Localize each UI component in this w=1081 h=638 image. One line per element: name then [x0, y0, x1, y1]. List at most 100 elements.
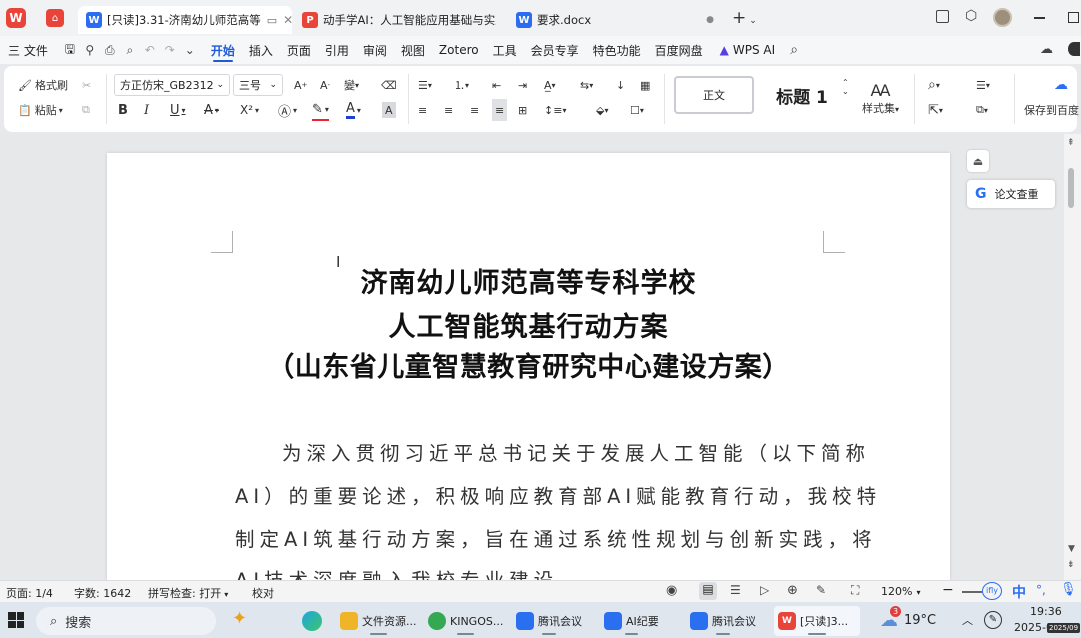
menu-member[interactable]: 会员专享 [524, 36, 586, 64]
clear-format-icon[interactable]: ⌫ [381, 74, 397, 96]
fit-page-icon[interactable]: ⛶ [851, 583, 859, 598]
copy-icon[interactable]: ⧉ [82, 99, 90, 121]
wps-logo-icon[interactable]: W [6, 8, 26, 28]
text-effect-icon[interactable]: Ⓐ ▾ [278, 99, 297, 121]
style-set-button[interactable]: Ꜳ 样式集▾ [862, 74, 899, 122]
taskbar-file-explorer[interactable]: 文件资源... [336, 606, 421, 636]
pen-icon[interactable]: ✎ [816, 583, 826, 597]
document-title-line-2[interactable]: 人工智能筑基行动方案 [107, 305, 950, 344]
shading-icon[interactable]: ⬙ ▾ [596, 99, 608, 121]
baidu-cloud-icon[interactable]: ☁ [1054, 74, 1068, 96]
more-icon[interactable] [1068, 42, 1080, 56]
menu-review[interactable]: 审阅 [356, 36, 394, 64]
taskbar-chrome-kingos[interactable]: KINGOS... [424, 606, 507, 636]
format-painter-button[interactable]: 🖌 格式刷 [18, 74, 68, 96]
paper-check-button[interactable]: G 论文查重 [967, 180, 1055, 208]
chinese-layout-icon[interactable]: A̲ ▾ [544, 74, 556, 96]
start-windows-icon[interactable] [8, 612, 24, 628]
page-indicator[interactable]: 页面: 1/4 [6, 585, 53, 601]
grow-font-icon[interactable]: A + [294, 74, 307, 96]
decrease-indent-icon[interactable]: ⇤ [492, 74, 501, 96]
style-scroll-icon[interactable]: ⌃ ⌄ [842, 78, 849, 112]
save-icon[interactable]: 🖫 [62, 40, 78, 61]
tray-chevron-up-icon[interactable]: ︿ [962, 612, 973, 628]
phonetic-guide-icon[interactable]: 變 ▾ [344, 74, 359, 96]
menu-baidu-disk[interactable]: 百度网盘 [648, 36, 710, 64]
print-preview-icon[interactable]: ⌕ [122, 43, 138, 58]
align-right-icon[interactable]: ≡ [470, 99, 479, 121]
cloud-icon[interactable]: ☁ [1040, 42, 1053, 57]
close-icon[interactable]: ● [700, 15, 714, 25]
text-direction-icon[interactable]: ☰ ▾ [976, 74, 990, 96]
tab-requirements[interactable]: W 要求.docx ● [508, 6, 722, 34]
underline-button[interactable]: U ▾ [170, 99, 186, 121]
menu-page[interactable]: 页面 [280, 36, 318, 64]
highlight-icon[interactable]: ✎ ▾ [312, 99, 329, 121]
undo-icon[interactable]: ↶ [142, 43, 158, 57]
menu-zotero[interactable]: Zotero [432, 36, 486, 64]
print-icon[interactable]: ⎙ [102, 43, 118, 58]
border-icon[interactable]: ☐ ▾ [630, 99, 644, 121]
ime-chinese-indicator[interactable]: 中 [1012, 582, 1026, 602]
strikethrough-button[interactable]: A ▾ [204, 99, 219, 121]
taskbar-ai-minutes[interactable]: AI纪要 [600, 606, 663, 636]
bullet-list-icon[interactable]: ☰ ▾ [418, 74, 432, 96]
proofread-button[interactable]: 校对 [252, 585, 274, 601]
sort-az-icon[interactable]: ↓ [616, 74, 625, 96]
find-icon[interactable]: ⌕ ▾ [928, 74, 940, 96]
menu-home[interactable]: 开始 [204, 36, 242, 64]
align-center-icon[interactable]: ≡ [444, 99, 453, 121]
font-color-button[interactable]: A ▾ [346, 99, 361, 121]
save-to-baidu-button[interactable]: 保存到百度 [1024, 99, 1079, 121]
zoom-level[interactable]: 120% ▾ [881, 585, 920, 598]
menu-view[interactable]: 视图 [394, 36, 432, 64]
page-view-icon[interactable]: ▤ [699, 582, 717, 600]
microphone-icon[interactable]: 🎙 [1060, 582, 1077, 597]
document-title-line-3[interactable]: （山东省儿童智慧教育研究中心建设方案） [107, 345, 950, 384]
menu-references[interactable]: 引用 [318, 36, 356, 64]
search-icon[interactable]: ⌕ [786, 42, 802, 58]
select-icon[interactable]: ⇱ ▾ [928, 99, 943, 121]
copilot-icon[interactable]: ✦ [232, 608, 247, 629]
spell-check-toggle[interactable]: 拼写检查: 打开 ▾ [148, 585, 228, 601]
scroll-thumb[interactable] [1068, 168, 1074, 208]
italic-button[interactable]: I [144, 99, 149, 121]
collapse-panel-button[interactable]: ⏏ [967, 150, 989, 172]
eye-icon[interactable]: ◉ [666, 583, 677, 598]
paste-button[interactable]: 📋 粘贴 ▾ [18, 99, 63, 121]
ime-bubble-icon[interactable]: ifly [982, 582, 1002, 600]
superscript-button[interactable]: X² ▾ [240, 99, 259, 121]
web-view-icon[interactable]: ⊕ [787, 583, 798, 598]
line-spacing-icon[interactable]: ↕≡ ▾ [544, 99, 566, 121]
scroll-up-icon[interactable]: ⇞ [1067, 138, 1075, 148]
style-heading-1[interactable]: 标题 1 [758, 76, 846, 114]
play-icon[interactable]: ▷ [760, 583, 769, 597]
search-box[interactable]: ⌕ 搜索 [36, 607, 216, 635]
cut-icon[interactable]: ✂ [82, 74, 91, 96]
vertical-scrollbar[interactable]: ⇞ ▼ ⇟ [1064, 134, 1081, 580]
numbered-list-icon[interactable]: ⒈ ▾ [454, 74, 469, 96]
tab-document-readonly[interactable]: W [只读]3.31-济南幼儿师范高等 ▭ ✕ [78, 6, 292, 34]
shrink-font-icon[interactable]: A- [320, 74, 330, 96]
tray-pen-icon[interactable]: ✎ [984, 611, 1002, 629]
taskbar-tencent-meeting-2[interactable]: 腾讯会议 [686, 606, 760, 636]
clock-time[interactable]: 19:36 [1030, 605, 1062, 618]
word-count[interactable]: 字数: 1642 [74, 585, 131, 601]
taskbar-wps-document[interactable]: W [只读]3... [774, 606, 860, 636]
show-marks-icon[interactable]: ▦ [640, 74, 650, 96]
chevron-down-icon[interactable]: ⌄ [182, 43, 198, 57]
zoom-out-icon[interactable]: − [942, 582, 954, 598]
body-paragraph-line[interactable]: 制定AI筑基行动方案，旨在通过系统性规划与创新实践，将 [235, 523, 877, 552]
sort-icon[interactable]: ⇆ ▾ [580, 74, 593, 96]
menu-tools[interactable]: 工具 [486, 36, 524, 64]
file-menu[interactable]: 三 文件 [0, 36, 60, 64]
punctuation-icon[interactable]: °, [1036, 583, 1046, 597]
document-title-line-1[interactable]: 济南幼儿师范高等专科学校 [107, 261, 950, 300]
avatar[interactable] [993, 8, 1012, 27]
scroll-down-icon[interactable]: ▼ [1068, 544, 1075, 554]
increase-indent-icon[interactable]: ⇥ [518, 74, 527, 96]
wps-ai-button[interactable]: ▲ WPS AI [710, 36, 783, 64]
tab-ai-course[interactable]: P 动手学AI：人工智能应用基础与实践 [294, 6, 504, 34]
font-size-select[interactable]: 三号 ⌄ [233, 74, 283, 96]
justify-icon[interactable]: ≡ [492, 99, 508, 121]
